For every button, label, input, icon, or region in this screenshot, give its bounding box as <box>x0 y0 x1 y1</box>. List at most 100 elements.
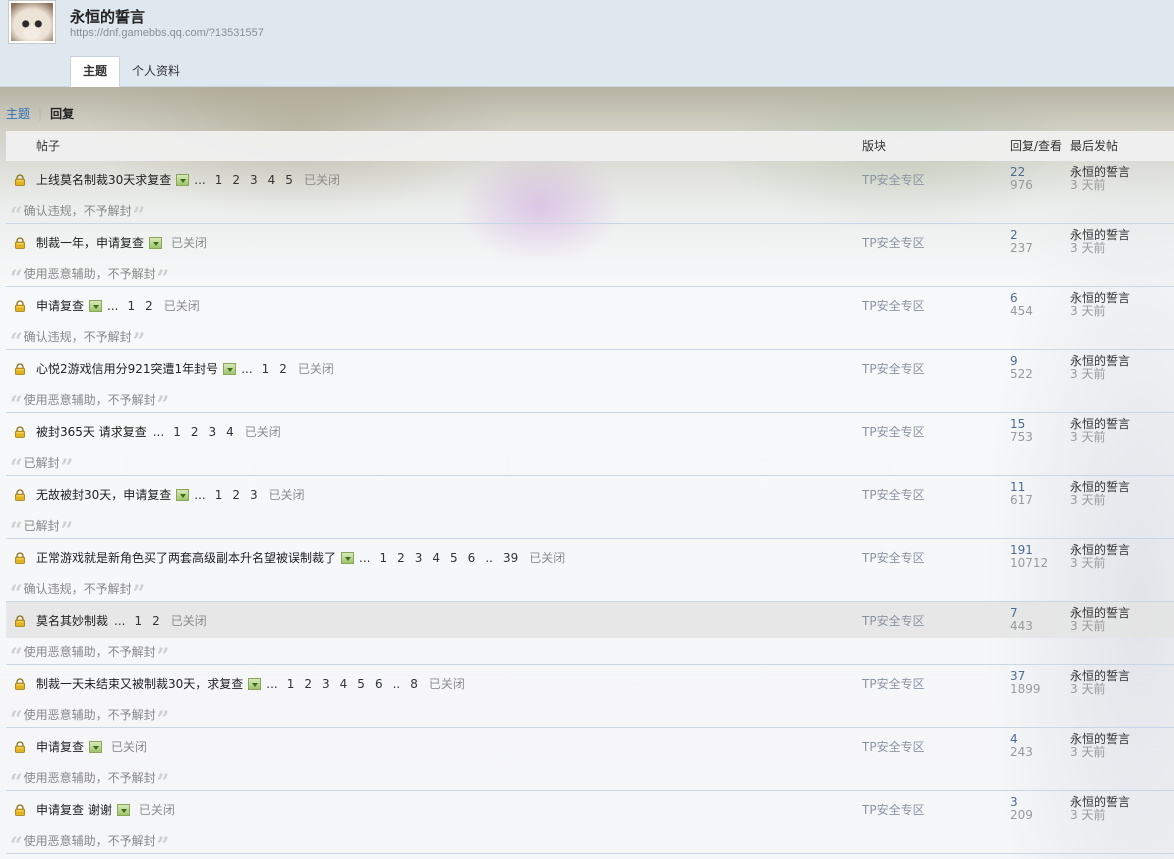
view-count: 243 <box>1010 745 1033 759</box>
page-link[interactable]: 4 <box>432 551 440 565</box>
page-link[interactable]: 4 <box>268 173 276 187</box>
view-count: 443 <box>1010 619 1033 633</box>
page-link[interactable]: 2 <box>145 299 153 313</box>
page-link[interactable]: 5 <box>357 677 365 691</box>
subnav-topics[interactable]: 主题 <box>6 107 30 121</box>
page-link[interactable]: 1 <box>127 299 135 313</box>
last-post: 永恒的誓言 3 天前 <box>1070 229 1130 255</box>
page-link[interactable]: 3 <box>250 173 258 187</box>
thread-main-line: 申请复查 已关闭 TP安全专区 4 243 永恒的誓言 3 天前 <box>6 728 1174 764</box>
moderation-note-text: 使用恶意辅助，不予解封 <box>23 645 156 659</box>
page-link[interactable]: 5 <box>285 173 293 187</box>
view-count: 522 <box>1010 367 1033 381</box>
thread-forum[interactable]: TP安全专区 <box>862 297 925 314</box>
page-link[interactable]: 4 <box>226 425 234 439</box>
thread-title-area: 申请复查 谢谢 已关闭 <box>36 801 175 818</box>
page-link[interactable]: 2 <box>279 362 287 376</box>
page-link[interactable]: 3 <box>415 551 423 565</box>
thread-forum[interactable]: TP安全专区 <box>862 360 925 377</box>
page-link[interactable]: 3 <box>322 677 330 691</box>
page-link[interactable]: 2 <box>232 173 240 187</box>
thread-title[interactable]: 上线莫名制裁30天求复查 <box>36 173 171 187</box>
thread-forum[interactable]: TP安全专区 <box>862 486 925 503</box>
closed-label: 已关闭 <box>244 425 281 439</box>
thread-title[interactable]: 被封365天 请求复查 <box>36 425 147 439</box>
thread-row: 申请复查... 1 2 已关闭 TP安全专区 6 454 永恒的誓言 3 天前 “确认违规，不予解… <box>6 287 1174 353</box>
page-link[interactable]: 1 <box>262 362 270 376</box>
page-link[interactable]: 39 <box>503 551 518 565</box>
thread-forum[interactable]: TP安全专区 <box>862 801 925 818</box>
thread-main-line: 制裁一年，申请复查 已关闭 TP安全专区 2 237 永恒的誓言 3 天前 <box>6 224 1174 260</box>
thread-counts: 37 1899 <box>1010 670 1041 696</box>
page-link[interactable]: 5 <box>450 551 458 565</box>
moderation-note: “使用恶意辅助，不予解封” <box>10 706 169 731</box>
thread-forum[interactable]: TP安全专区 <box>862 549 925 566</box>
thread-forum[interactable]: TP安全专区 <box>862 234 925 251</box>
sub-nav: 主题 | 回复 <box>6 105 74 122</box>
page-link[interactable]: 1 <box>379 551 387 565</box>
moderation-note: “使用恶意辅助，不予解封” <box>10 832 169 857</box>
page-link[interactable]: 1 <box>173 425 181 439</box>
subnav-replies[interactable]: 回复 <box>50 107 74 121</box>
thread-forum[interactable]: TP安全专区 <box>862 675 925 692</box>
page-link[interactable]: 2 <box>232 488 240 502</box>
page-link[interactable]: .. <box>393 677 401 691</box>
header-reply-view: 回复/查看 <box>1010 139 1063 153</box>
page-link[interactable]: 3 <box>250 488 258 502</box>
thread-title[interactable]: 申请复查 谢谢 <box>36 803 112 817</box>
thread-title[interactable]: 心悦2游戏信用分921突遭1年封号 <box>36 362 218 376</box>
lock-icon <box>14 237 26 249</box>
page-link[interactable]: 2 <box>152 614 160 628</box>
thread-main-line: 无故被封30天，申请复查... 1 2 3 已关闭 TP安全专区 11 617 永恒的誓言 3 天… <box>6 476 1174 512</box>
thread-title-area: 上线莫名制裁30天求复查... 1 2 3 4 5 已关闭 <box>36 171 340 188</box>
thread-forum[interactable]: TP安全专区 <box>862 738 925 755</box>
thread-title[interactable]: 制裁一年，申请复查 <box>36 236 144 250</box>
page-link[interactable]: 2 <box>304 677 312 691</box>
thread-counts: 191 10712 <box>1010 544 1048 570</box>
thread-title[interactable]: 申请复查 <box>36 740 84 754</box>
tab-topics[interactable]: 主题 <box>70 56 121 87</box>
image-attachment-icon <box>176 489 190 501</box>
last-post-time: 3 天前 <box>1070 430 1106 444</box>
thread-title-area: 申请复查 已关闭 <box>36 738 147 755</box>
last-post-time: 3 天前 <box>1070 241 1106 255</box>
page-link[interactable]: 2 <box>191 425 199 439</box>
thread-title[interactable]: 制裁一天未结束又被制裁30天，求复查 <box>36 677 243 691</box>
last-post-time: 3 天前 <box>1070 808 1106 822</box>
thread-row: 制裁一年，申请复查 已关闭 TP安全专区 2 237 永恒的誓言 3 天前 “使用恶意辅助，不… <box>6 224 1174 290</box>
last-post-time: 3 天前 <box>1070 682 1106 696</box>
thread-forum[interactable]: TP安全专区 <box>862 423 925 440</box>
thread-row: 制裁一天未结束又被制裁30天，求复查... 1 2 3 4 5 6.. 8 已关闭 TP安全专区 3… <box>6 665 1174 731</box>
page-link[interactable]: 6 <box>468 551 476 565</box>
view-count: 617 <box>1010 493 1033 507</box>
moderation-note: “使用恶意辅助，不予解封” <box>10 391 169 416</box>
thread-row: 莫名其妙制裁... 1 2 已关闭 TP安全专区 7 443 永恒的誓言 3 天前 “使用恶意辅助… <box>6 602 1174 668</box>
user-url[interactable]: https://dnf.gamebbs.qq.com/?13531557 <box>70 27 264 39</box>
thread-forum[interactable]: TP安全专区 <box>862 171 925 188</box>
thread-counts: 4 243 <box>1010 733 1033 759</box>
thread-title[interactable]: 申请复查 <box>36 299 84 313</box>
page-link[interactable]: 2 <box>397 551 405 565</box>
thread-title-area: 申请复查... 1 2 已关闭 <box>36 297 200 314</box>
page-link[interactable]: 8 <box>410 677 418 691</box>
thread-title[interactable]: 莫名其妙制裁 <box>36 614 108 628</box>
tab-profile[interactable]: 个人资料 <box>120 56 192 86</box>
thread-title[interactable]: 无故被封30天，申请复查 <box>36 488 171 502</box>
closed-label: 已关闭 <box>163 299 200 313</box>
page-link[interactable]: 1 <box>215 173 223 187</box>
page-link[interactable]: 6 <box>375 677 383 691</box>
thread-forum[interactable]: TP安全专区 <box>862 612 925 629</box>
page-link[interactable]: 3 <box>208 425 216 439</box>
lock-icon <box>14 363 26 375</box>
avatar[interactable] <box>8 0 56 44</box>
page-link[interactable]: 1 <box>215 488 223 502</box>
page-link[interactable]: 1 <box>287 677 295 691</box>
thread-counts: 11 617 <box>1010 481 1033 507</box>
thread-row: 被封365天 请求复查... 1 2 3 4 已关闭 TP安全专区 15 753 永恒的誓言 3 天… <box>6 413 1174 479</box>
page-link[interactable]: 1 <box>134 614 142 628</box>
page-link[interactable]: 4 <box>340 677 348 691</box>
page-link[interactable]: .. <box>485 551 493 565</box>
page-ellipsis: ... <box>114 614 126 628</box>
moderation-note: “使用恶意辅助，不予解封” <box>10 643 169 668</box>
thread-title[interactable]: 正常游戏就是新角色买了两套高级副本升名望被误制裁了 <box>36 551 336 565</box>
